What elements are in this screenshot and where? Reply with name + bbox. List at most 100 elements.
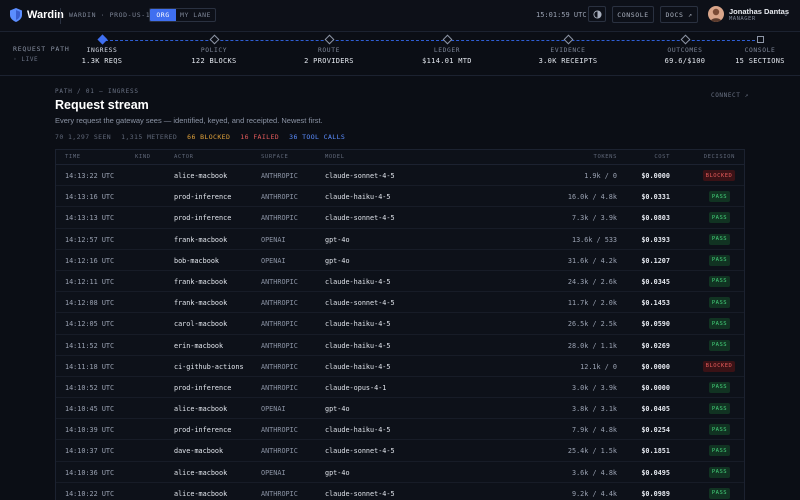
table-row[interactable]: 14:12:57 UTC frank-macbook OPENAI gpt-4o 13.…	[56, 229, 744, 250]
connect-link[interactable]: CONNECT ↗	[711, 92, 749, 99]
column-header-model[interactable]: MODEL	[325, 154, 345, 160]
row-model: gpt-4o	[325, 235, 350, 244]
row-model: claude-haiku-4-5	[325, 320, 391, 329]
table-row[interactable]: 14:12:05 UTC carol-macbook ANTHROPIC claude…	[56, 313, 744, 335]
row-model: gpt-4o	[325, 468, 350, 477]
row-tokens: 11.7k / 2.0k	[567, 299, 617, 308]
row-time: 14:11:52 UTC	[65, 341, 115, 350]
row-model: gpt-4o	[325, 405, 350, 414]
stat-failed[interactable]: 16 FAILED	[240, 133, 279, 141]
row-cost: $0.0345	[641, 277, 670, 286]
column-header-time[interactable]: TIME	[65, 154, 81, 160]
row-surface: ANTHROPIC	[261, 299, 298, 308]
stage-name: INGRESS	[86, 47, 118, 54]
table-row[interactable]: 14:10:36 UTC alice-macbook OPENAI gpt-4o 3.6…	[56, 462, 744, 483]
decision-badge: PASS	[709, 339, 730, 351]
user-name[interactable]: Jonathas Dantas	[729, 7, 789, 16]
stage-value: $114.01 MTD	[422, 57, 472, 65]
stage-outcomes[interactable]: OUTCOMES 69.6/$100	[645, 34, 725, 65]
table-row[interactable]: 14:12:11 UTC frank-macbook ANTHROPIC claude…	[56, 271, 744, 293]
clock: 15:01:59 UTC	[536, 11, 587, 19]
stat-blocked[interactable]: 66 BLOCKED	[187, 133, 230, 141]
stage-evidence[interactable]: EVIDENCE 3.0K RECEIPTS	[528, 34, 608, 65]
row-time: 14:10:22 UTC	[65, 489, 115, 498]
row-surface: ANTHROPIC	[261, 214, 298, 223]
stage-route[interactable]: ROUTE 2 PROVIDERS	[289, 34, 369, 65]
stat-metered: 1,315 METERED	[121, 133, 178, 141]
shield-icon[interactable]	[10, 8, 22, 22]
stage-ingress[interactable]: INGRESS 1.3K REQS	[62, 34, 142, 65]
row-time: 14:12:11 UTC	[65, 277, 115, 286]
row-actor: prod-inference	[174, 214, 232, 223]
table-row[interactable]: 14:10:37 UTC dave-macbook ANTHROPIC claude-…	[56, 440, 744, 462]
table-body: 14:13:22 UTC alice-macbook ANTHROPIC claude…	[56, 165, 744, 500]
column-header-actor[interactable]: ACTOR	[174, 154, 194, 160]
row-time: 14:11:18 UTC	[65, 362, 115, 371]
decision-badge: PASS	[709, 233, 730, 245]
stage-value: 1.3K REQS	[81, 57, 123, 65]
table-row[interactable]: 14:10:22 UTC alice-macbook ANTHROPIC claude…	[56, 483, 744, 500]
theme-toggle-button[interactable]	[588, 6, 606, 22]
row-model: claude-haiku-4-5	[325, 277, 391, 286]
row-tokens: 1.9k / 0	[584, 172, 617, 180]
table-row[interactable]: 14:11:18 UTC ci-github-actions ANTHROPIC cl…	[56, 356, 744, 377]
column-header-surface[interactable]: SURFACE	[261, 154, 288, 160]
row-model: claude-sonnet-4-5	[325, 447, 395, 456]
row-time: 14:13:16 UTC	[65, 193, 115, 202]
stage-value: 15 SECTIONS	[735, 57, 785, 65]
table-row[interactable]: 14:11:52 UTC erin-macbook ANTHROPIC claude-…	[56, 335, 744, 356]
row-tokens: 12.1k / 0	[580, 362, 617, 371]
column-header-decision[interactable]: DECISION	[704, 154, 735, 160]
row-surface: ANTHROPIC	[261, 320, 298, 329]
table-row[interactable]: 14:10:45 UTC alice-macbook OPENAI gpt-4o 3.8…	[56, 398, 744, 420]
table-row[interactable]: 14:13:22 UTC alice-macbook ANTHROPIC claude…	[56, 165, 744, 187]
avatar[interactable]	[708, 6, 724, 22]
table-row[interactable]: 14:12:08 UTC frank-macbook ANTHROPIC claude…	[56, 292, 744, 314]
column-header-kind[interactable]: KIND	[135, 154, 151, 160]
stage-ledger[interactable]: LEDGER $114.01 MTD	[407, 34, 487, 65]
table-row[interactable]: 14:10:52 UTC prod-inference ANTHROPIC claud…	[56, 377, 744, 399]
row-model: claude-opus-4-1	[325, 383, 387, 392]
row-cost: $0.0405	[641, 405, 670, 414]
row-actor: alice-macbook	[174, 468, 228, 477]
table-row[interactable]: 14:10:39 UTC prod-inference ANTHROPIC claud…	[56, 419, 744, 441]
row-surface: OPENAI	[261, 468, 286, 477]
table-header: TIME KIND ACTOR SURFACE MODEL TOKENS COS…	[56, 150, 744, 165]
scope-org-button[interactable]: ORG	[150, 9, 176, 21]
table-row[interactable]: 14:13:16 UTC prod-inference ANTHROPIC claud…	[56, 186, 744, 208]
decision-badge: PASS	[709, 318, 730, 330]
table-row[interactable]: 14:12:16 UTC bob-macbook OPENAI gpt-4o 31.6k…	[56, 250, 744, 271]
row-cost: $0.1207	[641, 256, 670, 265]
stage-name: EVIDENCE	[550, 47, 586, 54]
console-button[interactable]: CONSOLE	[612, 6, 654, 23]
live-indicator: ◦ LIVE	[13, 56, 39, 63]
docs-button[interactable]: DOCS ↗	[660, 6, 698, 23]
row-actor: bob-macbook	[174, 256, 220, 265]
row-time: 14:10:37 UTC	[65, 447, 115, 456]
row-actor: dave-macbook	[174, 447, 224, 456]
scope-my-lane-button[interactable]: MY LANE	[176, 9, 215, 21]
stage-policy[interactable]: POLICY 122 BLOCKS	[174, 34, 254, 65]
stage-value: 69.6/$100	[664, 57, 706, 65]
row-cost: $0.0989	[641, 489, 670, 498]
row-tokens: 9.2k / 4.4k	[571, 489, 617, 498]
stage-console[interactable]: CONSOLE 15 SECTIONS	[720, 36, 800, 65]
stage-marker-icon	[442, 34, 452, 45]
decision-badge: PASS	[709, 424, 730, 436]
brand-name[interactable]: Wardin	[27, 9, 64, 21]
stat-tool-calls[interactable]: 36 TOOL CALLS	[289, 133, 345, 141]
stage-name: LEDGER	[433, 47, 461, 54]
stage-marker-icon	[97, 34, 107, 45]
row-model: claude-sonnet-4-5	[325, 489, 395, 498]
row-cost: $0.0000	[641, 383, 670, 392]
row-actor: alice-macbook	[174, 489, 228, 498]
row-model: gpt-4o	[325, 256, 350, 265]
row-tokens: 28.0k / 1.1k	[567, 341, 617, 350]
column-header-cost[interactable]: COST	[654, 154, 670, 160]
decision-badge: PASS	[709, 275, 730, 287]
stage-value: 2 PROVIDERS	[304, 57, 354, 65]
table-row[interactable]: 14:13:13 UTC prod-inference ANTHROPIC claud…	[56, 207, 744, 229]
column-header-tokens[interactable]: TOKENS	[594, 154, 617, 160]
row-actor: ci-github-actions	[174, 362, 244, 371]
chevron-down-icon[interactable]: ⌄	[783, 10, 789, 18]
